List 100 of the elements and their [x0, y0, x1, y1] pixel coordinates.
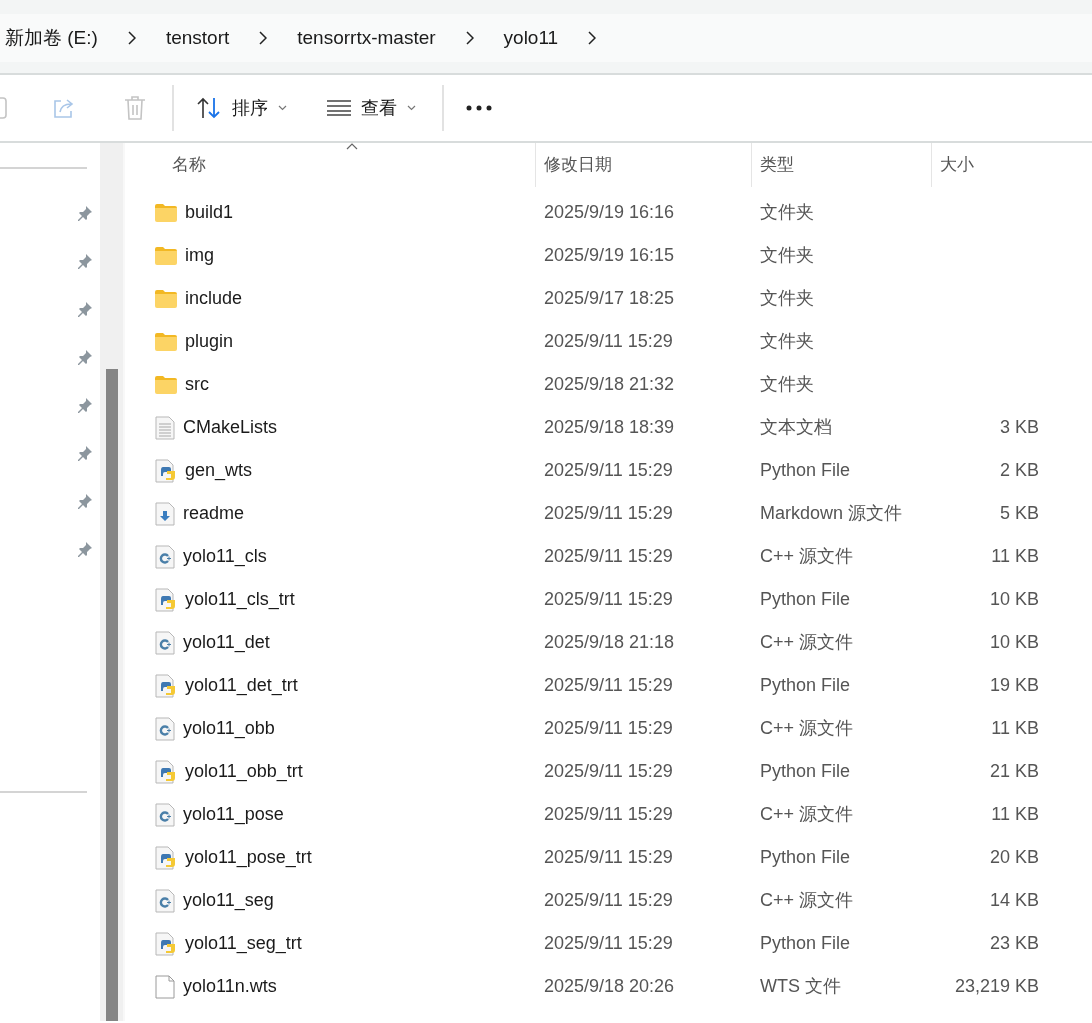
pin-icon[interactable]	[76, 445, 93, 462]
breadcrumb-item[interactable]: tensorrtx-master	[297, 23, 436, 53]
folder-icon	[155, 203, 177, 222]
cpp-file-icon	[155, 544, 175, 569]
scrollbar-thumb[interactable]	[106, 369, 118, 1021]
file-size: 23,219 KB	[954, 976, 1039, 996]
file-name[interactable]: yolo11_seg	[183, 887, 274, 914]
file-type: C++ 源文件	[760, 632, 854, 652]
cpp-file-icon	[155, 802, 175, 827]
modified-date: 2025/9/11 15:29	[544, 804, 673, 824]
file-name[interactable]: src	[185, 371, 209, 398]
file-size: 14 KB	[989, 890, 1039, 910]
file-type: 文件夹	[760, 202, 814, 222]
breadcrumb-item[interactable]: yolo11	[503, 23, 559, 53]
python-file-icon	[155, 759, 177, 784]
file-size: 19 KB	[989, 675, 1039, 695]
file-name[interactable]: plugin	[185, 328, 234, 355]
file-type: 文件夹	[760, 331, 814, 351]
file-name[interactable]: img	[185, 242, 214, 269]
file-name[interactable]: yolo11_obb	[183, 715, 275, 742]
blank-file-icon	[155, 974, 175, 999]
pin-icon[interactable]	[76, 205, 93, 222]
modified-date: 2025/9/19 16:15	[544, 245, 675, 265]
pin-icon[interactable]	[76, 397, 93, 414]
file-type: 文本文档	[760, 417, 832, 437]
python-file-icon	[155, 458, 177, 483]
file-type: Markdown 源文件	[760, 503, 903, 523]
file-name[interactable]: CMakeLists	[183, 414, 278, 441]
file-size: 2 KB	[999, 460, 1039, 480]
file-type: C++ 源文件	[760, 718, 854, 738]
file-type: 文件夹	[760, 374, 814, 394]
modified-date: 2025/9/18 18:39	[544, 417, 675, 437]
file-size: 5 KB	[999, 503, 1039, 523]
modified-date: 2025/9/18 21:32	[544, 374, 675, 394]
folder-icon	[155, 289, 177, 308]
file-name[interactable]: include	[185, 285, 243, 312]
breadcrumb-item[interactable]: 新加卷 (E:)	[5, 23, 98, 53]
file-name[interactable]: yolo11_cls	[183, 543, 267, 570]
file-name[interactable]: yolo11_cls_trt	[185, 586, 295, 613]
cpp-file-icon	[155, 630, 175, 655]
scrollbar[interactable]	[100, 143, 125, 1021]
modified-date: 2025/9/19 16:16	[544, 202, 675, 222]
modified-date: 2025/9/11 15:29	[544, 503, 673, 523]
column-header[interactable]: 名称	[125, 143, 535, 187]
python-file-icon	[155, 845, 177, 870]
pin-icon[interactable]	[76, 253, 93, 270]
pin-icon[interactable]	[76, 493, 93, 510]
address-bar[interactable]: 新加卷 (E:) tenstort tensorrtx-master yolo11	[0, 14, 1092, 62]
file-size: 10 KB	[989, 632, 1039, 652]
file-type: Python File	[760, 589, 851, 609]
file-type: Python File	[760, 460, 851, 480]
caret-icon	[407, 105, 416, 111]
share-icon	[52, 97, 76, 119]
file-name[interactable]: readme	[183, 500, 245, 527]
modified-date: 2025/9/11 15:29	[544, 718, 673, 738]
file-type: 文件夹	[760, 288, 814, 308]
column-header[interactable]: 大小	[931, 143, 1051, 187]
cpp-file-icon	[155, 716, 175, 741]
file-type: Python File	[760, 933, 851, 953]
list-view-icon	[327, 100, 351, 116]
file-size: 20 KB	[989, 847, 1039, 867]
sort-button[interactable]: 排序	[196, 94, 287, 122]
file-size: 23 KB	[989, 933, 1039, 953]
pin-icon[interactable]	[76, 301, 93, 318]
sort-ascending-icon	[346, 143, 359, 150]
file-size: 11 KB	[991, 804, 1039, 824]
column-header[interactable]: 类型	[751, 143, 931, 187]
more-button[interactable]	[466, 105, 492, 111]
column-header[interactable]: 修改日期	[535, 143, 751, 187]
python-file-icon	[155, 931, 177, 956]
file-name[interactable]: yolo11n.wts	[183, 973, 277, 1000]
more-icon	[466, 105, 492, 111]
modified-date: 2025/9/11 15:29	[544, 890, 673, 910]
chevron-icon	[259, 31, 268, 45]
caret-icon	[278, 105, 287, 111]
chevron-icon	[127, 31, 136, 45]
file-size: 11 KB	[991, 718, 1039, 738]
file-size: 21 KB	[989, 761, 1039, 781]
file-name[interactable]: gen_wts	[185, 457, 253, 484]
delete-icon	[124, 96, 146, 120]
sort-icon	[196, 97, 222, 119]
view-button[interactable]: 查看	[327, 94, 416, 122]
file-name[interactable]: yolo11_pose_trt	[185, 844, 312, 871]
file-name[interactable]: yolo11_obb_trt	[185, 758, 303, 785]
file-name[interactable]: yolo11_seg_trt	[185, 930, 302, 957]
breadcrumb-item[interactable]: tenstort	[165, 23, 230, 53]
file-name[interactable]: yolo11_det_trt	[185, 672, 298, 699]
python-file-icon	[155, 587, 177, 612]
file-name[interactable]: build1	[185, 199, 234, 226]
file-type: Python File	[760, 847, 851, 867]
file-type: C++ 源文件	[760, 890, 854, 910]
file-type: WTS 文件	[760, 976, 841, 996]
python-file-icon	[155, 673, 177, 698]
file-size: 10 KB	[989, 589, 1039, 609]
modified-date: 2025/9/11 15:29	[544, 331, 673, 351]
file-name[interactable]: yolo11_det	[183, 629, 270, 656]
pin-icon[interactable]	[76, 541, 93, 558]
file-type: Python File	[760, 761, 851, 781]
file-name[interactable]: yolo11_pose	[183, 801, 284, 828]
pin-icon[interactable]	[76, 349, 93, 366]
